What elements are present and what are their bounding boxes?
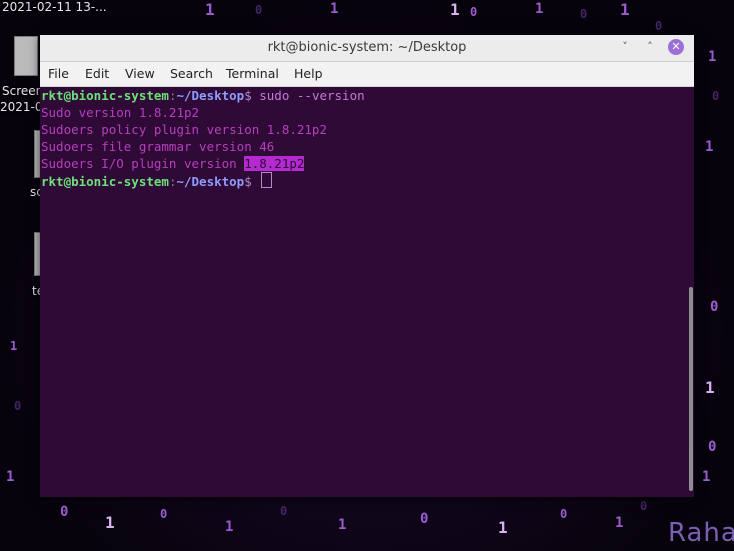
terminal-window[interactable]: rkt@bionic-system: ~/Desktop ˅ ˄ ✕ File … [40, 35, 694, 497]
wallpaper-glyph: 1 [620, 0, 630, 19]
screenshot-file-icon[interactable] [14, 36, 38, 76]
maximize-button[interactable]: ˄ [641, 38, 659, 56]
wallpaper-glyph: 0 [14, 399, 22, 413]
wallpaper-glyph: 1 [330, 1, 339, 17]
wallpaper-glyph: 1 [205, 0, 215, 19]
wallpaper-glyph: 1 [450, 0, 460, 19]
wallpaper-glyph: 0 [160, 507, 168, 521]
wallpaper-glyph: 0 [712, 89, 720, 103]
desktop-icon-label[interactable]: Screen [2, 84, 43, 98]
minimize-button[interactable]: ˅ [616, 38, 634, 56]
output-line: Sudoers policy plugin version 1.8.21p2 [41, 122, 327, 137]
output-line: Sudoers file grammar version 46 [41, 139, 275, 154]
wallpaper-glyph: 1 [498, 518, 508, 537]
menu-file[interactable]: File [48, 66, 69, 81]
wallpaper-glyph: 1 [535, 1, 544, 17]
output-line: Sudo version 1.8.21p2 [41, 105, 200, 120]
wallpaper-glyph: 0 [640, 499, 648, 513]
wallpaper-glyph: 1 [708, 49, 717, 65]
wallpaper-glyph: 0 [60, 504, 69, 520]
window-titlebar[interactable]: rkt@bionic-system: ~/Desktop ˅ ˄ ✕ [40, 35, 694, 62]
prompt-line: rkt@bionic-system:~/Desktop$ sudo --vers… [41, 87, 365, 104]
wallpaper-glyph: 1 [6, 469, 15, 485]
wallpaper-glyph: 0 [560, 507, 568, 521]
wallpaper-glyph: 0 [420, 511, 429, 527]
menu-edit[interactable]: Edit [85, 66, 109, 81]
output-io-prefix: Sudoers I/O plugin version [41, 156, 245, 171]
wallpaper-glyph: 1 [705, 139, 714, 155]
output-line: Sudoers I/O plugin version 1.8.21p2 [41, 155, 305, 172]
wallpaper-glyph: 0 [255, 3, 263, 17]
prompt-user-host: rkt@bionic-system [41, 88, 169, 103]
close-button[interactable]: ✕ [668, 39, 684, 55]
wallpaper-glyph: 0 [708, 439, 717, 455]
wallpaper-glyph: 1 [105, 513, 115, 532]
menu-view[interactable]: View [125, 66, 155, 81]
command-text: sudo --version [251, 88, 365, 103]
terminal-scrollbar[interactable] [688, 87, 694, 497]
text-cursor [261, 172, 273, 188]
wallpaper-glyph: 1 [702, 469, 711, 485]
prompt-symbol: $ [244, 174, 252, 189]
desktop-icon-label[interactable]: 2021-0 [0, 100, 43, 114]
prompt-path: ~/Desktop [176, 88, 245, 103]
window-title: rkt@bionic-system: ~/Desktop [267, 40, 467, 55]
menu-search[interactable]: Search [170, 66, 213, 81]
selected-text-highlight[interactable]: 1.8.21p2 [244, 156, 305, 171]
prompt-line: rkt@bionic-system:~/Desktop$ [41, 172, 273, 190]
wallpaper-glyph: 0 [710, 299, 719, 315]
terminal-output[interactable]: rkt@bionic-system:~/Desktop$ sudo --vers… [40, 87, 688, 497]
menu-bar: File Edit View Search Terminal Help [40, 62, 694, 87]
prompt-user-host: rkt@bionic-system [41, 174, 169, 189]
wallpaper-glyph: 0 [280, 504, 288, 518]
scrollbar-thumb[interactable] [689, 287, 693, 491]
desktop-top-label[interactable]: 2021-02-11 13-... [2, 0, 107, 14]
menu-terminal[interactable]: Terminal [226, 66, 279, 81]
menu-help[interactable]: Help [294, 66, 323, 81]
wallpaper-glyph: 1 [225, 519, 234, 535]
wallpaper-glyph: 0 [470, 5, 478, 19]
wallpaper-glyph: 1 [338, 517, 347, 533]
wallpaper-glyph: 1 [615, 515, 624, 531]
wallpaper-glyph: 0 [580, 7, 588, 21]
wallpaper-glyph: 1 [10, 339, 18, 353]
wallpaper-glyph: 1 [705, 378, 715, 397]
prompt-path: ~/Desktop [176, 174, 245, 189]
prompt-symbol: $ [244, 88, 252, 103]
brand-watermark: Raha [668, 518, 734, 548]
wallpaper-glyph: 0 [655, 19, 663, 33]
